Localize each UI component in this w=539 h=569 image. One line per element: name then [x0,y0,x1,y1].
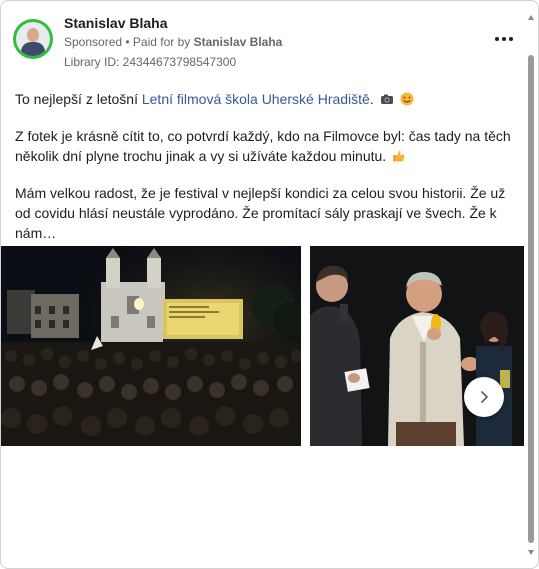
post-text-span: To nejlepší z letošní [15,91,142,107]
payer-name: Stanislav Blaha [193,35,283,49]
more-options-button[interactable] [492,31,516,47]
more-options-icon [509,37,513,41]
camera-icon [380,94,393,104]
post-paragraph-3: Mám velkou radost, že je festival v nejl… [15,183,523,243]
avatar[interactable] [13,19,53,59]
scroll-down-arrow-icon[interactable] [528,550,534,555]
more-options-icon [495,37,499,41]
post-text: To nejlepší z letošní Letní filmová škol… [15,89,523,260]
carousel-next-button[interactable] [464,377,504,417]
post-paragraph-1: To nejlepší z letošní Letní filmová škol… [15,89,523,109]
scrollbar-thumb[interactable] [528,55,534,543]
carousel-photo-open-air-cinema[interactable] [1,246,301,446]
open-air-cinema-scene [1,246,301,446]
smiling-face-icon [400,92,414,106]
post-text-span: Z fotek je krásně cítit to, co potvrdí k… [15,128,511,164]
scroll-up-arrow-icon[interactable] [528,15,534,20]
carousel-photo-stage[interactable] [310,246,524,446]
page-name[interactable]: Stanislav Blaha [64,15,168,31]
ad-card: Stanislav Blaha Sponsored • Paid for by … [0,0,539,569]
library-id: Library ID: 24344673798547300 [64,55,237,69]
post-header: Stanislav Blaha Sponsored • Paid for by … [13,13,526,73]
festival-link[interactable]: Letní filmová škola Uherské Hradiště [142,91,370,107]
profile-photo-body [21,42,45,56]
chevron-right-icon [481,391,488,403]
sponsored-label: Sponsored [64,35,123,49]
photo-carousel [1,246,527,446]
separator: • [122,35,133,49]
post-paragraph-2: Z fotek je krásně cítit to, co potvrdí k… [15,126,523,166]
profile-photo-head [27,28,39,42]
stage-scene [310,246,524,446]
post-text-span: Mám velkou radost, že je festival v nejl… [15,185,506,241]
paid-for-by-label: Paid for by [132,35,194,49]
post-text-span: . [369,91,374,107]
sponsored-line: Sponsored • Paid for by Stanislav Blaha [64,35,282,49]
more-options-icon [502,37,506,41]
profile-photo [16,22,50,56]
thumbs-up-icon [393,150,405,162]
vertical-scrollbar[interactable] [526,15,536,555]
